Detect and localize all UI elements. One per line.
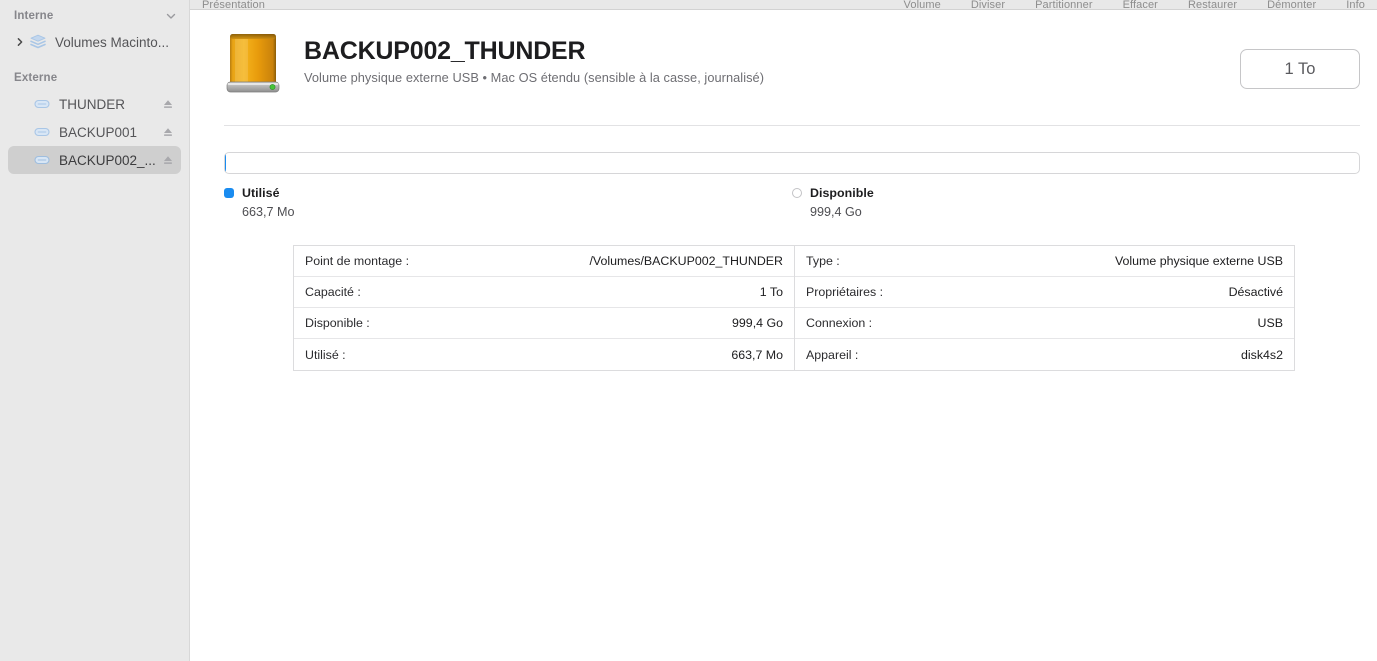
- detail-value: disk4s2: [1240, 347, 1283, 362]
- toolbar-item-partitionner[interactable]: Partitionner: [1035, 0, 1092, 9]
- detail-value: Volume physique externe USB: [1114, 254, 1283, 268]
- eject-icon[interactable]: [161, 125, 175, 139]
- volume-header: BACKUP002_THUNDER Volume physique extern…: [224, 10, 1360, 96]
- detail-value: 663,7 Mo: [731, 347, 783, 362]
- sidebar-section-title-externe: Externe: [14, 72, 58, 84]
- toolbar-item-volume[interactable]: Volume: [904, 0, 941, 9]
- sidebar-item-backup002[interactable]: BACKUP002_...: [8, 146, 181, 174]
- main-content: BACKUP002_THUNDER Volume physique extern…: [190, 0, 1377, 661]
- sidebar: Interne Volumes Macinto... Externe THUND…: [0, 0, 190, 661]
- detail-value: Désactivé: [1228, 285, 1283, 299]
- detail-key: Utilisé :: [305, 347, 346, 362]
- sidebar-section-title-interne: Interne: [14, 10, 54, 22]
- detail-key: Connexion :: [806, 316, 873, 330]
- external-drive-icon: [32, 150, 52, 170]
- sidebar-section-header-interne: Interne: [0, 4, 189, 28]
- eject-icon[interactable]: [161, 153, 175, 167]
- detail-value: /Volumes/BACKUP002_THUNDER: [589, 254, 783, 268]
- disk-stack-icon: [28, 32, 48, 52]
- detail-value: USB: [1257, 316, 1283, 330]
- toolbar-item-restaurer[interactable]: Restaurer: [1188, 0, 1237, 9]
- sidebar-item-label: BACKUP001: [59, 124, 138, 140]
- toolbar-item-effacer[interactable]: Effacer: [1123, 0, 1158, 9]
- detail-key: Type :: [806, 254, 840, 268]
- toolbar-item-info[interactable]: Info: [1346, 0, 1365, 9]
- eject-icon[interactable]: [161, 97, 175, 111]
- detail-row-capacity: Capacité : 1 To: [294, 277, 794, 308]
- legend-swatch-used-icon: [224, 188, 234, 198]
- detail-key: Propriétaires :: [806, 285, 884, 299]
- sidebar-item-label: THUNDER: [59, 96, 125, 112]
- sidebar-item-label: Volumes Macinto...: [55, 34, 170, 50]
- toolbar-right-group: Volume Diviser Partitionner Effacer Rest…: [904, 0, 1365, 9]
- sidebar-item-backup001[interactable]: BACKUP001: [8, 118, 181, 146]
- storage-usage-bar[interactable]: [224, 152, 1360, 174]
- detail-row-used: Utilisé : 663,7 Mo: [294, 339, 794, 370]
- legend-value-available: 999,4 Go: [810, 205, 862, 219]
- detail-row-type: Type : Volume physique externe USB: [795, 246, 1294, 277]
- detail-key: Appareil :: [806, 347, 859, 362]
- usage-section: Utilisé 663,7 Mo Disponible 999,4 Go: [224, 152, 1360, 219]
- detail-row-device: Appareil : disk4s2: [795, 339, 1294, 370]
- usage-legend: Utilisé 663,7 Mo Disponible 999,4 Go: [224, 186, 1360, 219]
- sidebar-item-thunder[interactable]: THUNDER: [8, 90, 181, 118]
- legend-swatch-available-icon: [792, 188, 802, 198]
- toolbar: Présentation Volume Diviser Partitionner…: [190, 0, 1377, 10]
- header-divider: [224, 125, 1360, 126]
- detail-row-connection: Connexion : USB: [795, 308, 1294, 339]
- detail-value: 1 To: [759, 285, 783, 299]
- page-title: BACKUP002_THUNDER: [304, 37, 586, 65]
- usage-segment-used: [225, 153, 226, 173]
- sidebar-section-header-externe: Externe: [0, 66, 189, 90]
- detail-key: Disponible :: [305, 316, 370, 330]
- detail-panel-left: Point de montage : /Volumes/BACKUP002_TH…: [293, 245, 794, 371]
- chevron-right-icon[interactable]: [12, 34, 28, 50]
- detail-row-available: Disponible : 999,4 Go: [294, 308, 794, 339]
- external-hard-drive-orange-icon: [224, 30, 286, 96]
- detail-key: Capacité :: [305, 285, 361, 299]
- external-drive-icon: [32, 122, 52, 142]
- legend-label-available: Disponible: [810, 186, 874, 200]
- disk-utility-window: Présentation Volume Diviser Partitionner…: [0, 0, 1377, 661]
- toolbar-item-demonter[interactable]: Démonter: [1267, 0, 1316, 9]
- detail-row-mount-point: Point de montage : /Volumes/BACKUP002_TH…: [294, 246, 794, 277]
- toolbar-left-group: Présentation: [190, 0, 265, 9]
- sidebar-item-volumes-macintosh[interactable]: Volumes Macinto...: [8, 28, 181, 56]
- legend-item-used: Utilisé 663,7 Mo: [224, 186, 792, 219]
- legend-label-used: Utilisé: [242, 186, 280, 200]
- toolbar-item-presentation[interactable]: Présentation: [202, 0, 265, 9]
- volume-details: Point de montage : /Volumes/BACKUP002_TH…: [190, 245, 1377, 371]
- chevron-down-icon[interactable]: [165, 10, 177, 22]
- detail-key: Point de montage :: [305, 254, 410, 268]
- capacity-badge: 1 To: [1240, 49, 1360, 89]
- volume-title-block: BACKUP002_THUNDER Volume physique extern…: [304, 28, 1240, 85]
- volume-subtitle: Volume physique externe USB • Mac OS éte…: [304, 70, 765, 85]
- detail-row-owners: Propriétaires : Désactivé: [795, 277, 1294, 308]
- sidebar-item-label: BACKUP002_...: [59, 152, 156, 168]
- external-drive-icon: [32, 94, 52, 114]
- legend-item-available: Disponible 999,4 Go: [792, 186, 1360, 219]
- detail-value: 999,4 Go: [732, 316, 783, 330]
- detail-panel-right: Type : Volume physique externe USB Propr…: [794, 245, 1295, 371]
- toolbar-item-diviser[interactable]: Diviser: [971, 0, 1005, 9]
- legend-value-used: 663,7 Mo: [242, 205, 295, 219]
